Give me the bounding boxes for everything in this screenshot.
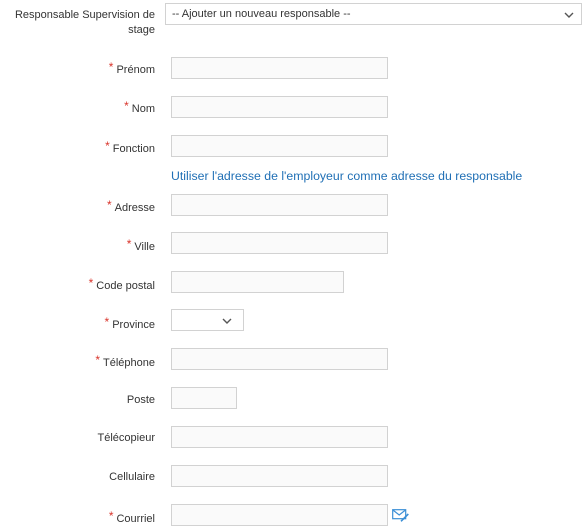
chevron-down-icon bbox=[222, 318, 232, 324]
courriel-label: * Courriel bbox=[109, 509, 155, 527]
telephone-label: * Téléphone bbox=[95, 353, 155, 371]
cellulaire-input[interactable] bbox=[171, 465, 388, 487]
supervisor-form: Responsable Supervision de stage -- Ajou… bbox=[0, 0, 582, 529]
code-postal-label: * Code postal bbox=[89, 276, 155, 294]
ville-input[interactable] bbox=[171, 232, 388, 254]
telephone-input[interactable] bbox=[171, 348, 388, 370]
adresse-label: * Adresse bbox=[107, 198, 155, 216]
required-marker: * bbox=[124, 99, 129, 113]
supervisor-label: Responsable Supervision de stage bbox=[15, 8, 155, 38]
required-marker: * bbox=[106, 198, 112, 212]
fonction-label: * Fonction bbox=[105, 139, 155, 157]
prenom-label-text: Prénom bbox=[116, 64, 155, 76]
fonction-label-text: Fonction bbox=[112, 143, 155, 155]
required-marker: * bbox=[108, 60, 114, 74]
supervisor-select[interactable]: -- Ajouter un nouveau responsable -- bbox=[165, 3, 582, 25]
code-postal-input[interactable] bbox=[171, 271, 344, 293]
adresse-input[interactable] bbox=[171, 194, 388, 216]
adresse-label-text: Adresse bbox=[114, 202, 155, 214]
supervisor-select-value: -- Ajouter un nouveau responsable -- bbox=[172, 8, 351, 20]
poste-input[interactable] bbox=[171, 387, 237, 409]
email-edit-icon[interactable] bbox=[392, 509, 409, 522]
province-label: * Province bbox=[105, 315, 155, 333]
telecopieur-label-text: Télécopieur bbox=[97, 432, 155, 444]
required-marker: * bbox=[88, 276, 94, 290]
telecopieur-input[interactable] bbox=[171, 426, 388, 448]
poste-label-text: Poste bbox=[126, 394, 155, 406]
code-postal-label-text: Code postal bbox=[96, 280, 155, 292]
required-marker: * bbox=[104, 315, 110, 329]
province-select[interactable] bbox=[171, 309, 244, 331]
chevron-down-icon bbox=[564, 12, 574, 18]
ville-label: * Ville bbox=[127, 237, 155, 255]
nom-label-text: Nom bbox=[131, 103, 155, 115]
required-marker: * bbox=[108, 509, 114, 523]
cellulaire-label: Cellulaire bbox=[109, 470, 155, 485]
cellulaire-label-text: Cellulaire bbox=[109, 471, 155, 483]
prenom-input[interactable] bbox=[171, 57, 388, 79]
supervisor-label-line1: Responsable Supervision de bbox=[14, 9, 155, 21]
telecopieur-label: Télécopieur bbox=[98, 431, 155, 446]
required-marker: * bbox=[105, 139, 110, 153]
supervisor-label-line2: stage bbox=[128, 24, 155, 36]
courriel-label-text: Courriel bbox=[116, 513, 155, 525]
province-label-text: Province bbox=[112, 319, 155, 331]
courriel-input[interactable] bbox=[171, 504, 388, 526]
poste-label: Poste bbox=[127, 393, 155, 408]
required-marker: * bbox=[126, 237, 132, 251]
telephone-label-text: Téléphone bbox=[103, 357, 155, 369]
ville-label-text: Ville bbox=[134, 241, 155, 253]
prenom-label: * Prénom bbox=[109, 60, 155, 78]
required-marker: * bbox=[95, 353, 100, 367]
nom-input[interactable] bbox=[171, 96, 388, 118]
use-employer-address-link[interactable]: Utiliser l'adresse de l'employeur comme … bbox=[171, 168, 522, 184]
fonction-input[interactable] bbox=[171, 135, 388, 157]
nom-label: * Nom bbox=[124, 99, 155, 117]
